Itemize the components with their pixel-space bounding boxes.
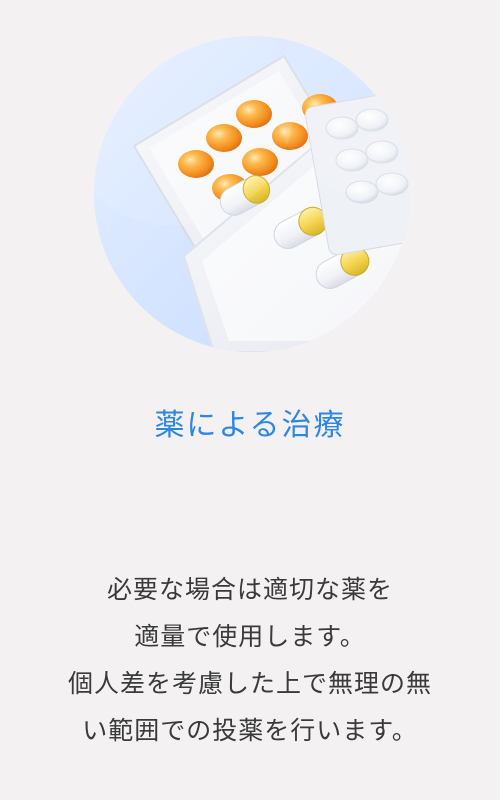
section-description: 必要な場合は適切な薬を 適量で使用します。 個人差を考慮した上で無理の無 い範囲… xyxy=(20,566,480,754)
description-line-1: 必要な場合は適切な薬を xyxy=(106,575,393,604)
description-line-2: 適量で使用します。 xyxy=(134,622,366,651)
pills-illustration xyxy=(94,36,410,352)
description-line-4: い範囲での投薬を行います。 xyxy=(82,716,418,745)
section-title: 薬による治療 xyxy=(154,408,346,443)
medicine-photo xyxy=(94,36,410,352)
description-line-3: 個人差を考慮した上で無理の無 xyxy=(67,669,432,698)
